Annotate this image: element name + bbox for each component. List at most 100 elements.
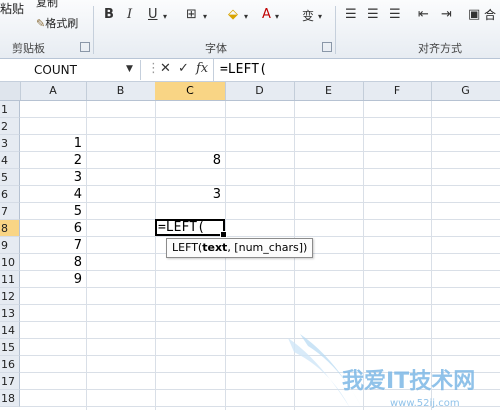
row-header-10[interactable]: 10 xyxy=(0,254,20,271)
column-header-a[interactable]: A xyxy=(20,82,87,100)
cell-a10[interactable]: 8 xyxy=(20,254,82,271)
row-header-13[interactable]: 13 xyxy=(0,305,20,322)
row-header-2[interactable]: 2 xyxy=(0,118,20,135)
cancel-icon[interactable]: ✕ xyxy=(160,61,171,76)
watermark-text: 我爱IT技术网 xyxy=(342,369,475,394)
chevron-down-icon[interactable]: ▼ xyxy=(126,64,133,74)
grid-line xyxy=(20,185,500,186)
row-header-11[interactable]: 11 xyxy=(0,271,20,288)
row-header-1[interactable]: 1 xyxy=(0,101,20,118)
bold-button[interactable]: B xyxy=(104,7,114,22)
italic-button[interactable]: I xyxy=(127,7,132,22)
cell-a4[interactable]: 2 xyxy=(20,152,82,169)
grid-line xyxy=(20,168,500,169)
tooltip-arg-text[interactable]: text xyxy=(202,241,227,254)
font-launcher-icon[interactable] xyxy=(322,42,332,52)
column-header-g[interactable]: G xyxy=(431,82,500,100)
insert-function-button[interactable]: fx xyxy=(196,61,208,76)
fbar-divider xyxy=(213,59,214,81)
align-center-icon[interactable]: ☰ xyxy=(367,7,379,22)
select-all-corner[interactable] xyxy=(0,82,21,100)
fill-dropdown-icon[interactable]: ▾ xyxy=(244,12,248,21)
alignment-group-label: 对齐方式 xyxy=(418,42,462,55)
grid-line xyxy=(86,101,87,410)
column-header-c[interactable]: C xyxy=(155,82,226,100)
formula-input[interactable]: =LEFT( xyxy=(220,62,267,77)
copy-button[interactable]: 复制 xyxy=(36,0,58,10)
borders-dropdown-icon[interactable]: ▾ xyxy=(203,12,207,21)
cell-a6[interactable]: 4 xyxy=(20,186,82,203)
row-header-3[interactable]: 3 xyxy=(0,135,20,152)
column-header-row: A B C D E F G xyxy=(0,82,500,101)
row-header-5[interactable]: 5 xyxy=(0,169,20,186)
column-header-d[interactable]: D xyxy=(225,82,295,100)
grid-line xyxy=(20,151,500,152)
cell-a5[interactable]: 3 xyxy=(20,169,82,186)
cell-a3[interactable]: 1 xyxy=(20,135,82,152)
row-header-15[interactable]: 15 xyxy=(0,339,20,356)
cell-a9[interactable]: 7 xyxy=(20,237,82,254)
watermark-logo: 我爱IT技术网 www.52ij.com xyxy=(288,334,475,409)
ribbon-divider xyxy=(335,6,336,54)
row-header-6[interactable]: 6 xyxy=(0,186,20,203)
cell-a7[interactable]: 5 xyxy=(20,203,82,220)
merge-button[interactable]: 合 xyxy=(484,6,496,23)
align-right-icon[interactable]: ☰ xyxy=(389,7,401,22)
grid-line xyxy=(20,321,500,322)
phonetic-dropdown-icon[interactable]: ▾ xyxy=(318,12,322,21)
tooltip-func: LEFT( xyxy=(172,241,203,254)
grid-line xyxy=(155,101,156,410)
row-header-16[interactable]: 16 xyxy=(0,356,20,373)
format-painter-label: 格式刷 xyxy=(45,17,79,30)
decrease-indent-icon[interactable]: ⇤ xyxy=(418,7,429,22)
row-header-9[interactable]: 9 xyxy=(0,237,20,254)
fbar-resize-icon[interactable]: ⋮ xyxy=(147,61,160,76)
format-painter-button[interactable]: ✎格式刷 xyxy=(36,15,78,31)
grid-line xyxy=(20,287,500,288)
formula-bar: COUNT ▼ ⋮ ✕ ✓ fx =LEFT( xyxy=(0,59,500,82)
enter-icon[interactable]: ✓ xyxy=(178,61,189,76)
cell-a8[interactable]: 6 xyxy=(20,220,82,237)
grid-line xyxy=(20,202,500,203)
cell-c6[interactable]: 3 xyxy=(155,186,221,203)
cell-c8-editing-text: =LEFT( xyxy=(158,220,205,235)
grid-line xyxy=(20,270,500,271)
column-header-b[interactable]: B xyxy=(86,82,156,100)
clipboard-group-label: 剪贴板 xyxy=(12,42,45,55)
clipboard-launcher-icon[interactable] xyxy=(80,42,90,52)
function-tooltip: LEFT(text, [num_chars]) xyxy=(166,238,314,258)
row-header-8[interactable]: 8 xyxy=(0,220,20,237)
grid-line xyxy=(20,236,500,237)
grid-line xyxy=(20,134,500,135)
cell-c4[interactable]: 8 xyxy=(155,152,221,169)
fill-color-icon[interactable]: ⬙ xyxy=(228,7,238,22)
phonetic-button[interactable]: 变 xyxy=(302,7,314,24)
tooltip-args-rest: , [num_chars]) xyxy=(227,241,308,254)
font-color-button[interactable]: A xyxy=(262,7,271,22)
column-header-f[interactable]: F xyxy=(363,82,432,100)
grid-line xyxy=(20,304,500,305)
row-header-7[interactable]: 7 xyxy=(0,203,20,220)
paste-button[interactable]: 粘贴 xyxy=(0,0,24,17)
watermark-url: www.52ij.com xyxy=(390,398,460,409)
row-header-18[interactable]: 18 xyxy=(0,390,20,407)
fill-handle[interactable] xyxy=(220,231,227,238)
merge-icon[interactable]: ▣ xyxy=(468,7,480,22)
align-left-icon[interactable]: ☰ xyxy=(345,7,357,22)
ribbon: 粘贴 复制 ✎格式刷 剪贴板 B I U ▾ ⊞ ▾ ⬙ ▾ A ▾ 变 ▾ 字… xyxy=(0,0,500,59)
row-header-12[interactable]: 12 xyxy=(0,288,20,305)
row-header-17[interactable]: 17 xyxy=(0,373,20,390)
row-header-4[interactable]: 4 xyxy=(0,152,20,169)
font-color-dropdown-icon[interactable]: ▾ xyxy=(275,12,279,21)
underline-dropdown-icon[interactable]: ▾ xyxy=(163,12,167,21)
ribbon-divider xyxy=(93,6,94,54)
name-box[interactable]: COUNT ▼ xyxy=(0,60,141,80)
increase-indent-icon[interactable]: ⇥ xyxy=(441,7,452,22)
borders-icon[interactable]: ⊞ xyxy=(186,7,197,22)
cell-a11[interactable]: 9 xyxy=(20,271,82,288)
row-header-14[interactable]: 14 xyxy=(0,322,20,339)
underline-button[interactable]: U xyxy=(148,7,158,22)
name-box-value: COUNT xyxy=(34,63,77,77)
column-header-e[interactable]: E xyxy=(294,82,364,100)
brush-icon: ✎ xyxy=(36,17,46,30)
